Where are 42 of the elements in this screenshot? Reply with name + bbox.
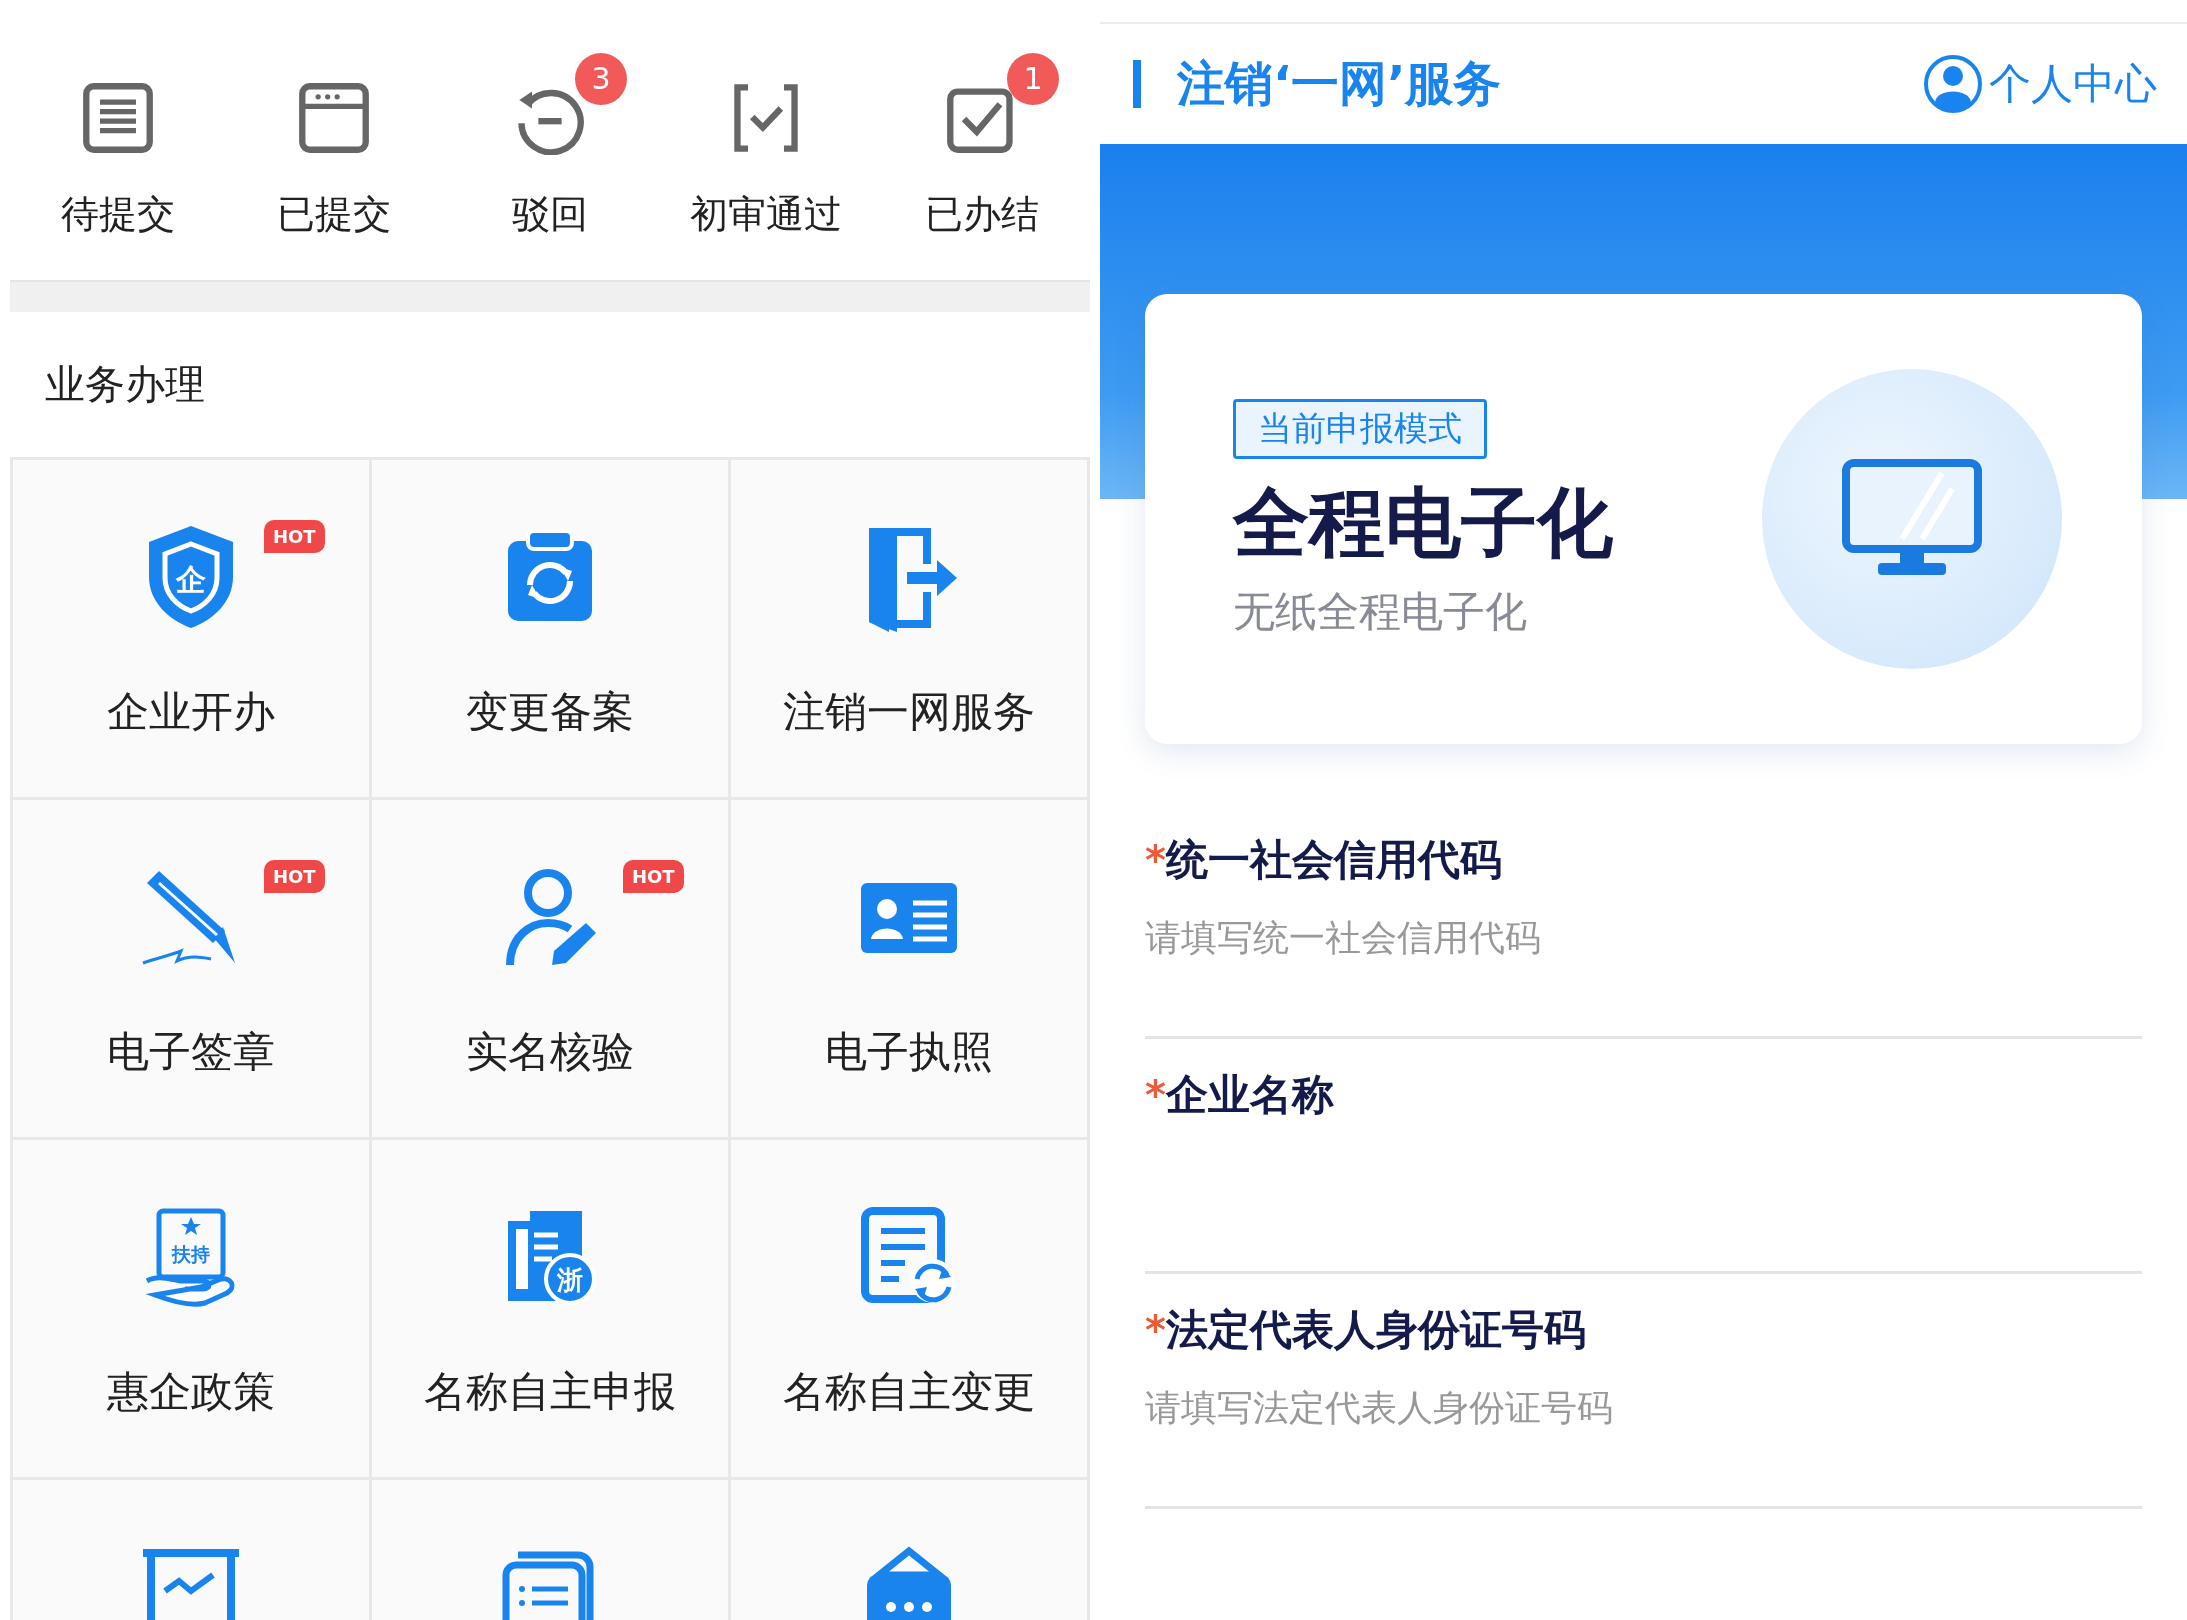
icon-text: 浙 bbox=[557, 1265, 583, 1295]
hot-badge: HOT bbox=[623, 860, 684, 893]
status-tab[interactable]: 1 已办结 bbox=[874, 40, 1090, 240]
count-badge: 3 bbox=[575, 52, 627, 105]
page-title: 注销‘一网’服务 bbox=[1177, 54, 1502, 113]
service-tile[interactable]: HOT 电子签章 bbox=[13, 800, 372, 1140]
required-mark: * bbox=[1145, 1307, 1166, 1353]
input-field[interactable]: 请填写统一社会信用代码 bbox=[1145, 902, 2142, 972]
user-icon bbox=[1923, 54, 1983, 114]
title-accent-bar bbox=[1133, 60, 1141, 108]
status-tab[interactable]: 已提交 bbox=[226, 40, 442, 240]
service-tile[interactable]: 注销一网服务 bbox=[731, 460, 1090, 800]
required-mark: * bbox=[1145, 837, 1166, 883]
shield-icon bbox=[149, 526, 233, 628]
service-tile[interactable]: 浙 名称自主申报 bbox=[372, 1140, 731, 1480]
field-label: 法定代表人身份证号码 bbox=[1165, 1304, 1586, 1356]
mode-subtitle: 无纸全程电子化 bbox=[1233, 585, 1527, 638]
window-icon bbox=[297, 80, 371, 155]
status-tab[interactable]: 初审通过 bbox=[658, 40, 874, 240]
count-badge: 1 bbox=[1007, 52, 1059, 105]
icon-text: 企 bbox=[176, 562, 206, 597]
service-tile[interactable]: HOT 实名核验 bbox=[372, 800, 731, 1140]
service-tile[interactable]: 变更备案 bbox=[372, 460, 731, 800]
status-tab[interactable]: 3 驳回 bbox=[442, 40, 658, 240]
input-field[interactable]: 请填写法定代表人身份证号码 bbox=[1145, 1372, 2142, 1442]
status-tab[interactable]: 待提交 bbox=[10, 40, 226, 240]
hot-badge: HOT bbox=[264, 520, 325, 553]
document-icon bbox=[81, 80, 155, 155]
service-tile[interactable]: 电子执照 bbox=[731, 800, 1090, 1140]
hand-card-icon bbox=[144, 1208, 235, 1307]
section-title: 业务办理 bbox=[44, 360, 206, 409]
mode-title: 全程电子化 bbox=[1233, 476, 1613, 569]
field-label: 统一社会信用代码 bbox=[1165, 834, 1502, 886]
field-label: 企业名称 bbox=[1165, 1069, 1334, 1121]
service-tile[interactable]: 企 HOT 企业开办 bbox=[13, 460, 372, 800]
mode-tag: 当前申报模式 bbox=[1233, 398, 1487, 459]
user-center-link[interactable]: 个人中心 bbox=[1923, 54, 2157, 114]
icon-text: 扶持 bbox=[172, 1243, 210, 1265]
service-tile[interactable]: 名称自主变更 bbox=[731, 1140, 1090, 1480]
required-mark: * bbox=[1145, 1072, 1166, 1118]
service-tile[interactable]: 扶持 惠企政策 bbox=[13, 1140, 372, 1480]
hot-badge: HOT bbox=[264, 860, 325, 893]
